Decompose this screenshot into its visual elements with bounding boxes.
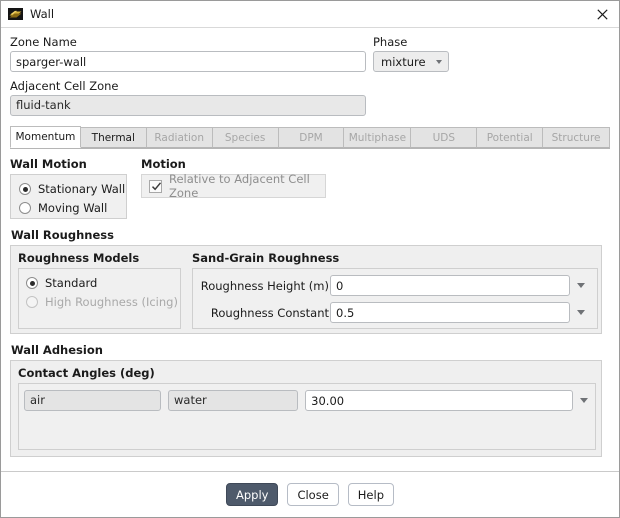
window-title: Wall	[30, 7, 55, 21]
dialog-body: Zone Name Phase mixture Adjacent Cell Zo…	[1, 28, 619, 471]
radio-button-icon	[19, 202, 31, 214]
motion-title: Motion	[141, 157, 186, 171]
roughness-models-title: Roughness Models	[18, 251, 140, 265]
roughness-models-panel: Standard High Roughness (Icing)	[18, 268, 181, 329]
contact-angles-panel: air water	[18, 383, 596, 450]
roughness-height-label: Roughness Height (m)	[200, 278, 329, 293]
checkmark-icon	[149, 179, 162, 193]
tab-radiation[interactable]: Radiation	[146, 127, 213, 148]
contact-angle-phase-a: air	[24, 390, 161, 411]
roughness-constant-row: Roughness Constant	[193, 302, 597, 323]
wall-icon	[8, 7, 23, 21]
radio-button-icon	[26, 296, 38, 308]
radio-standard-label: Standard	[45, 276, 98, 290]
phase-group: Phase mixture	[373, 35, 449, 72]
tab-potential[interactable]: Potential	[477, 127, 544, 148]
sand-grain-roughness-title: Sand-Grain Roughness	[192, 251, 340, 265]
roughness-constant-dropdown-icon[interactable]	[570, 302, 592, 323]
wall-adhesion-title: Wall Adhesion	[11, 343, 103, 357]
motion-group: Motion Relative to Adjacent Cell Zone	[141, 157, 326, 219]
contact-angle-phase-b: water	[168, 390, 299, 411]
wall-roughness-panel: Roughness Models Standard High Roughness…	[10, 245, 602, 334]
tab-uds[interactable]: UDS	[411, 127, 478, 148]
phase-value: mixture	[381, 54, 426, 69]
radio-button-icon	[19, 183, 31, 195]
wall-roughness-title: Wall Roughness	[11, 228, 114, 242]
relative-to-adjacent-cell-zone-label: Relative to Adjacent Cell Zone	[169, 172, 310, 200]
tab-species[interactable]: Species	[212, 127, 279, 148]
motion-section: Wall Motion Stationary Wall Moving Wall …	[10, 157, 610, 219]
contact-angle-dropdown-icon[interactable]	[573, 390, 595, 411]
roughness-models-group: Roughness Models Standard High Roughness…	[18, 251, 181, 329]
contact-angle-input[interactable]	[305, 390, 573, 411]
radio-standard[interactable]: Standard	[26, 274, 180, 292]
adjacent-cell-zone-group: Adjacent Cell Zone fluid-tank	[10, 79, 610, 116]
close-button[interactable]: Close	[287, 483, 339, 506]
tab-thermal[interactable]: Thermal	[80, 127, 147, 148]
roughness-constant-label: Roughness Constant	[210, 305, 329, 320]
wall-dialog: Wall Zone Name Phase mixture	[0, 0, 620, 518]
roughness-height-dropdown-icon[interactable]	[570, 275, 592, 296]
wall-motion-title: Wall Motion	[10, 157, 87, 171]
tab-multiphase[interactable]: Multiphase	[344, 127, 412, 148]
help-button[interactable]: Help	[347, 483, 394, 506]
apply-button[interactable]: Apply	[225, 483, 279, 506]
zone-phase-row: Zone Name Phase mixture	[10, 35, 610, 72]
radio-moving-wall[interactable]: Moving Wall	[19, 199, 126, 217]
wall-motion-group: Wall Motion Stationary Wall Moving Wall	[10, 157, 127, 219]
roughness-constant-input[interactable]	[330, 302, 570, 323]
phase-label: Phase	[373, 35, 408, 49]
roughness-height-input[interactable]	[330, 275, 570, 296]
sand-grain-roughness-panel: Roughness Height (m) Roughness Constant	[192, 268, 598, 329]
tab-structure[interactable]: Structure	[543, 127, 611, 148]
chevron-down-icon	[580, 398, 588, 403]
tab-strip: Momentum Thermal Radiation Species DPM M…	[10, 126, 611, 149]
radio-stationary-wall[interactable]: Stationary Wall	[19, 180, 126, 198]
phase-dropdown[interactable]: mixture	[373, 51, 449, 72]
zone-name-input[interactable]	[10, 51, 366, 72]
tab-momentum[interactable]: Momentum	[10, 126, 81, 148]
chevron-down-icon	[435, 59, 442, 64]
chevron-down-icon	[577, 283, 585, 288]
adjacent-cell-zone-label: Adjacent Cell Zone	[10, 79, 119, 93]
close-icon[interactable]	[591, 3, 613, 25]
radio-button-icon	[26, 277, 38, 289]
sand-grain-roughness-group: Sand-Grain Roughness Roughness Height (m…	[192, 251, 598, 329]
roughness-height-row: Roughness Height (m)	[193, 275, 597, 296]
radio-moving-wall-label: Moving Wall	[38, 201, 108, 215]
dialog-footer: Apply Close Help	[1, 471, 619, 517]
wall-motion-panel: Stationary Wall Moving Wall	[10, 174, 127, 219]
wall-adhesion-panel: Contact Angles (deg) air water	[10, 360, 602, 457]
zone-name-label: Zone Name	[10, 35, 77, 49]
adjacent-cell-zone-value: fluid-tank	[10, 95, 366, 116]
title-bar: Wall	[1, 1, 619, 28]
radio-high-roughness-icing: High Roughness (Icing)	[26, 293, 180, 311]
relative-to-adjacent-cell-zone-checkbox[interactable]: Relative to Adjacent Cell Zone	[141, 172, 326, 200]
zone-name-group: Zone Name	[10, 35, 366, 72]
radio-stationary-wall-label: Stationary Wall	[38, 182, 126, 196]
radio-high-roughness-icing-label: High Roughness (Icing)	[45, 295, 178, 309]
tab-dpm[interactable]: DPM	[278, 127, 345, 148]
contact-angle-row: air water	[24, 390, 595, 411]
chevron-down-icon	[577, 310, 585, 315]
contact-angles-title: Contact Angles (deg)	[18, 366, 155, 380]
